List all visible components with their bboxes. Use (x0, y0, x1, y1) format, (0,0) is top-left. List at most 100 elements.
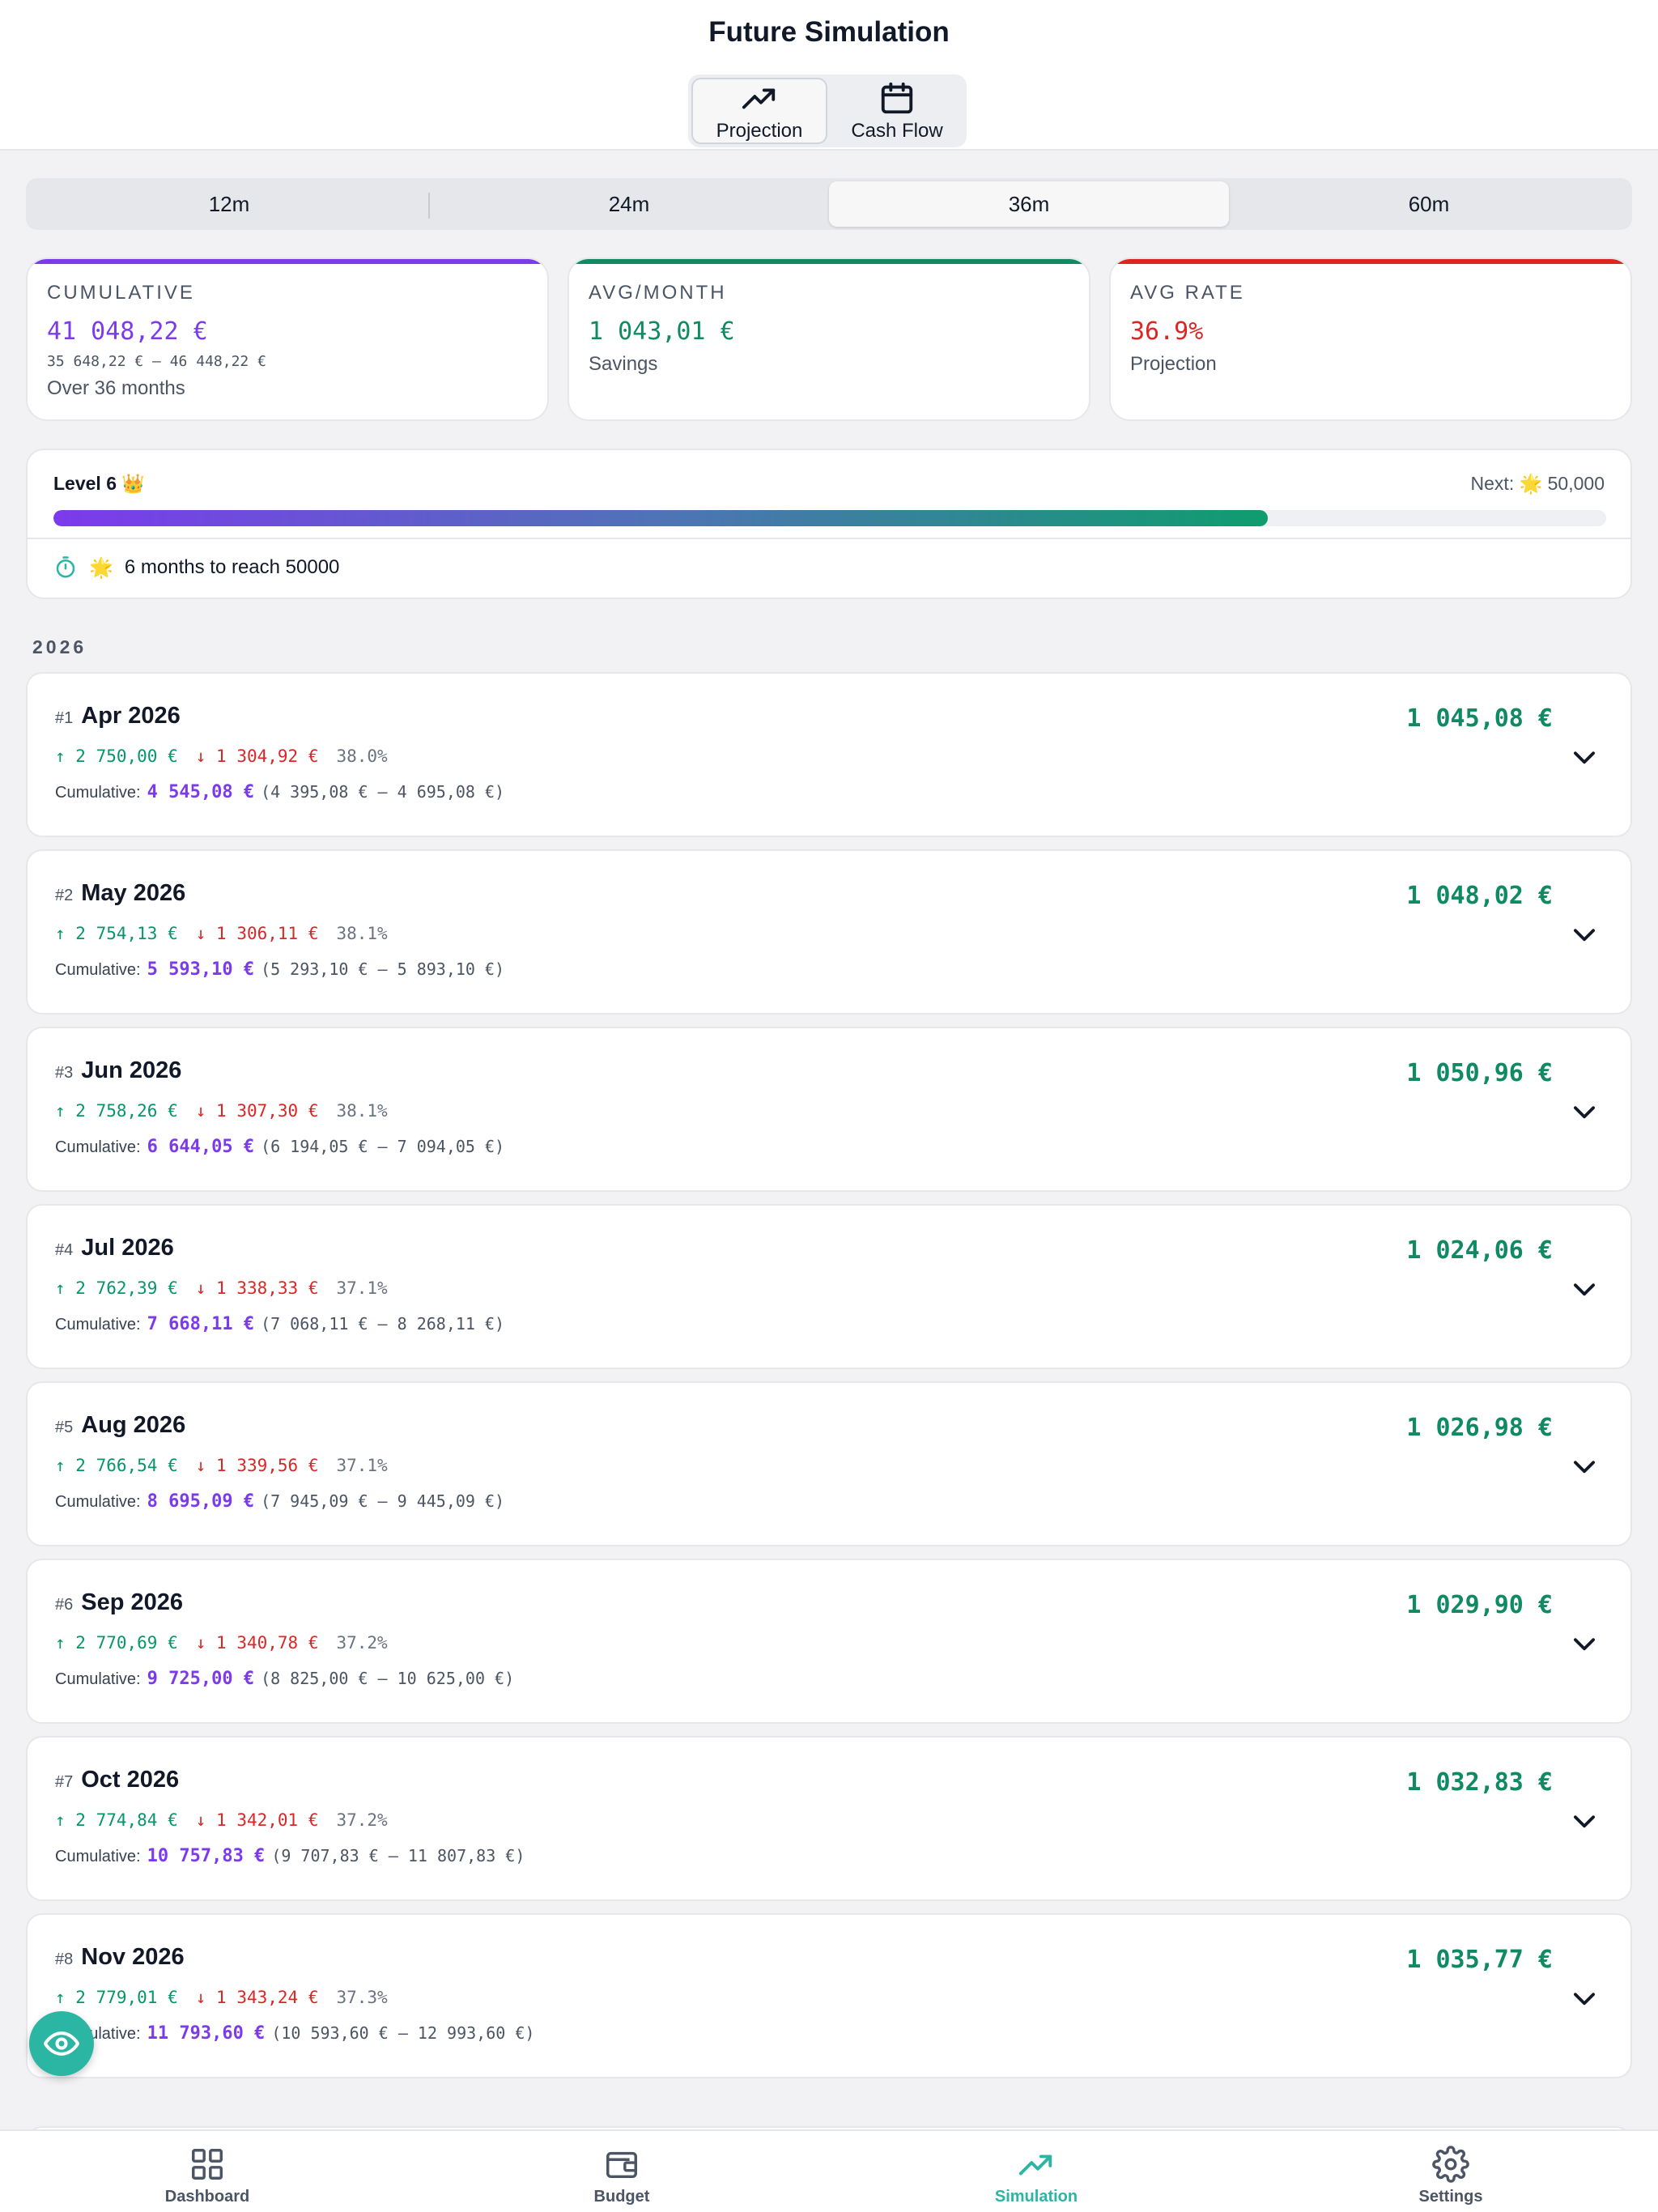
month-flows: ↑ 2 779,01 € ↓ 1 343,24 € 37.3% (55, 1988, 388, 2007)
month-card[interactable]: #3 Jun 2026 ↑ 2 758,26 € ↓ 1 307,30 € 38… (26, 1027, 1632, 1192)
timer-icon (56, 556, 75, 578)
cumulative-value: 4 545,08 € (147, 782, 255, 802)
cumulative-label: Cumulative: (55, 784, 141, 802)
cumulative-range: (7 945,09 € – 9 445,09 €) (261, 1491, 505, 1511)
gear-icon (1432, 2146, 1469, 2183)
tab-budget[interactable]: Budget (414, 2131, 829, 2212)
cash-flow-mode-button[interactable]: Cash Flow (831, 78, 963, 144)
tab-simulation[interactable]: Simulation (829, 2131, 1244, 2212)
chevron-down-icon[interactable] (1569, 1096, 1600, 1127)
month-flows: ↑ 2 750,00 € ↓ 1 304,92 € 38.0% (55, 747, 388, 766)
eye-icon (44, 2031, 79, 2056)
arrow-up-icon: ↑ (55, 1810, 76, 1830)
month-name: Nov 2026 (81, 1944, 185, 1970)
savings-rate: 38.0% (336, 747, 388, 766)
cumulative-value: 8 695,09 € (147, 1491, 255, 1512)
period-60m-button[interactable]: 60m (1229, 181, 1629, 227)
income-value: 2 770,69 € (75, 1633, 178, 1653)
chevron-down-icon[interactable] (1569, 1628, 1600, 1659)
arrow-up-icon: ↑ (55, 1633, 76, 1653)
month-cumulative: Cumulative: 4 545,08 € (4 395,08 € – 4 6… (55, 782, 504, 802)
period-label: 12m (208, 191, 250, 216)
net-savings: 1 026,98 € (1406, 1414, 1553, 1442)
month-name: Oct 2026 (81, 1767, 180, 1793)
month-name: Apr 2026 (81, 703, 181, 729)
income-value: 2 762,39 € (75, 1278, 178, 1298)
period-24m-button[interactable]: 24m (429, 181, 829, 227)
chevron-down-icon[interactable] (1569, 1983, 1600, 2014)
income-value: 2 754,13 € (75, 924, 178, 943)
savings-rate: 38.1% (336, 924, 388, 943)
month-index: #3 (55, 1064, 74, 1082)
month-card[interactable]: #4 Jul 2026 ↑ 2 762,39 € ↓ 1 338,33 € 37… (26, 1204, 1632, 1369)
projection-mode-button[interactable]: Projection (691, 78, 827, 144)
period-36m-button[interactable]: 36m (829, 181, 1229, 227)
chevron-down-icon[interactable] (1569, 742, 1600, 772)
month-flows: ↑ 2 758,26 € ↓ 1 307,30 € 38.1% (55, 1101, 388, 1121)
month-card[interactable]: #5 Aug 2026 ↑ 2 766,54 € ↓ 1 339,56 € 37… (26, 1381, 1632, 1546)
cumulative-value: 7 668,11 € (147, 1314, 255, 1334)
cumulative-value: 6 644,05 € (147, 1137, 255, 1157)
period-label: 60m (1408, 191, 1450, 216)
grid-icon (192, 2149, 223, 2180)
avg-rate-stat-card: AVG RATE 36.9% Projection (1109, 257, 1632, 421)
stat-range: 35 648,22 € – 46 448,22 € (47, 353, 266, 370)
month-name: May 2026 (81, 880, 186, 906)
month-card[interactable]: #8 Nov 2026 ↑ 2 779,01 € ↓ 1 343,24 € 37… (26, 1913, 1632, 2078)
stat-subtitle: Over 36 months (47, 377, 185, 399)
expense-amount: ↓ 1 307,30 € (196, 1101, 319, 1121)
month-flows: ↑ 2 754,13 € ↓ 1 306,11 € 38.1% (55, 924, 388, 943)
income-value: 2 766,54 € (75, 1456, 178, 1475)
month-heading: #4 Jul 2026 (55, 1235, 174, 1261)
cumulative-range: (4 395,08 € – 4 695,08 €) (261, 782, 505, 802)
month-name: Jun 2026 (81, 1057, 182, 1083)
period-12m-button[interactable]: 12m (29, 181, 430, 227)
expense-amount: ↓ 1 340,78 € (196, 1633, 319, 1653)
top-header: Future Simulation Projection Cash Flow (0, 0, 1658, 151)
month-cumulative: Cumulative: 9 725,00 € (8 825,00 € – 10 … (55, 1669, 514, 1689)
chevron-down-icon[interactable] (1569, 1451, 1600, 1482)
stat-subtitle: Projection (1130, 353, 1217, 375)
income-amount: ↑ 2 754,13 € (55, 924, 178, 943)
stat-value: 36.9% (1130, 317, 1204, 346)
month-card[interactable]: #2 May 2026 ↑ 2 754,13 € ↓ 1 306,11 € 38… (26, 849, 1632, 1015)
tab-settings[interactable]: Settings (1244, 2131, 1658, 2212)
chevron-down-icon[interactable] (1569, 919, 1600, 950)
savings-rate: 38.1% (336, 1101, 388, 1121)
calendar-icon (881, 82, 913, 114)
month-cumulative: Cumulative: 5 593,10 € (5 293,10 € – 5 8… (55, 959, 504, 980)
month-card[interactable]: #6 Sep 2026 ↑ 2 770,69 € ↓ 1 340,78 € 37… (26, 1559, 1632, 1724)
tab-label: Settings (1418, 2188, 1483, 2206)
expense-value: 1 340,78 € (216, 1633, 319, 1653)
wallet-icon (606, 2151, 637, 2179)
privacy-toggle-button[interactable] (29, 2011, 94, 2076)
month-card[interactable]: #1 Apr 2026 ↑ 2 750,00 € ↓ 1 304,92 € 38… (26, 672, 1632, 837)
cumulative-value: 5 593,10 € (147, 959, 255, 980)
cumulative-label: Cumulative: (55, 1848, 141, 1865)
arrow-up-icon: ↑ (55, 1456, 76, 1475)
tab-label: Dashboard (164, 2188, 250, 2206)
arrow-up-icon: ↑ (55, 1101, 76, 1121)
cumulative-range: (5 293,10 € – 5 893,10 €) (261, 959, 505, 979)
period-label: 24m (608, 191, 650, 216)
chevron-down-icon[interactable] (1569, 1806, 1600, 1836)
star-icon: 🌟 (89, 556, 113, 579)
stat-label: AVG/MONTH (589, 282, 727, 304)
month-heading: #8 Nov 2026 (55, 1944, 185, 1971)
arrow-down-icon: ↓ (195, 747, 217, 766)
tab-dashboard[interactable]: Dashboard (0, 2131, 414, 2212)
cumulative-label: Cumulative: (55, 1316, 141, 1334)
chevron-down-icon[interactable] (1569, 1274, 1600, 1304)
income-amount: ↑ 2 750,00 € (55, 747, 178, 766)
card-accent-bar (28, 259, 547, 264)
expense-value: 1 307,30 € (216, 1101, 319, 1121)
cumulative-range: (7 068,11 € – 8 268,11 €) (261, 1314, 505, 1334)
month-card[interactable]: #7 Oct 2026 ↑ 2 774,84 € ↓ 1 342,01 € 37… (26, 1736, 1632, 1901)
income-amount: ↑ 2 766,54 € (55, 1456, 178, 1475)
month-heading: #7 Oct 2026 (55, 1767, 179, 1793)
month-index: #1 (55, 709, 74, 727)
cash-flow-mode-label: Cash Flow (851, 120, 943, 142)
card-accent-bar (1111, 259, 1630, 264)
month-name: Jul 2026 (81, 1235, 174, 1261)
cumulative-range: (6 194,05 € – 7 094,05 €) (261, 1137, 505, 1156)
